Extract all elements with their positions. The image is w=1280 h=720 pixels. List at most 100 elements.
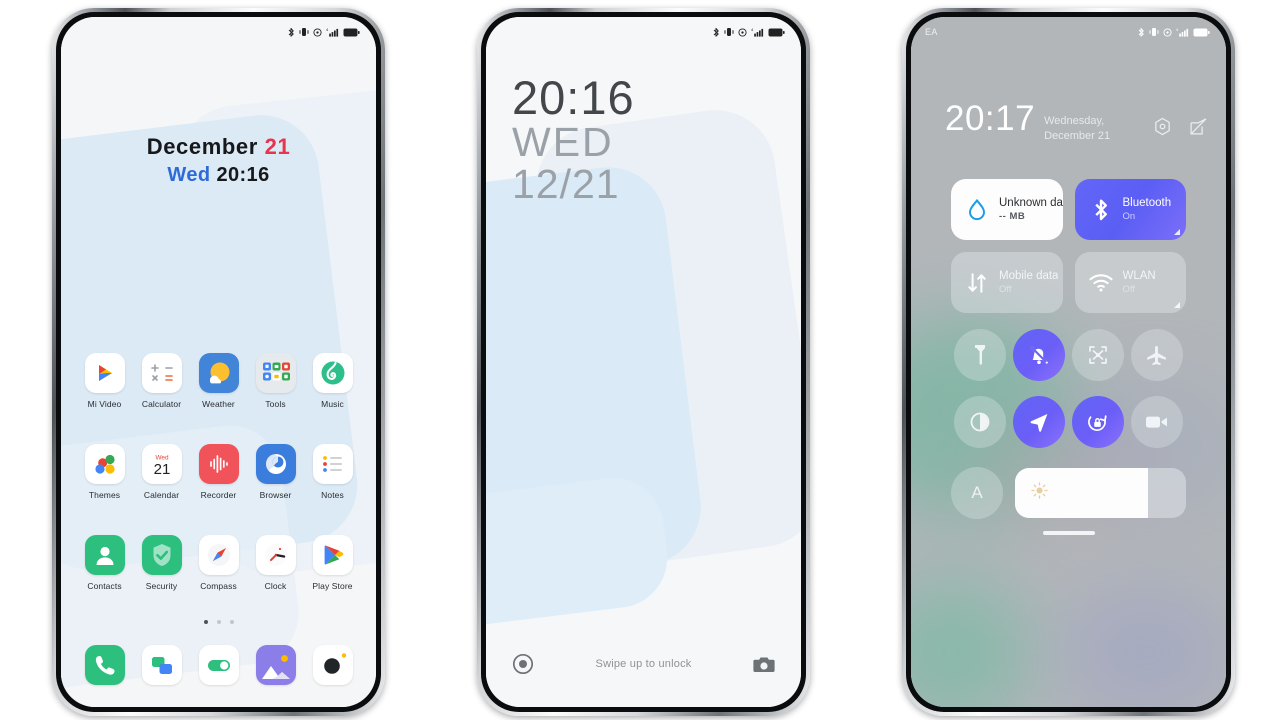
notes-icon <box>312 444 353 484</box>
toggle-location[interactable] <box>1013 396 1066 448</box>
card-text: Mobile data Off <box>999 269 1058 297</box>
screenshot-icon <box>1089 346 1107 364</box>
page-dot-1[interactable] <box>203 620 208 624</box>
app-label: Calendar <box>143 490 180 500</box>
app-label: Notes <box>321 490 344 500</box>
dock-item-settings[interactable] <box>190 645 247 685</box>
themes-icon <box>84 444 125 484</box>
settings-hex-icon[interactable] <box>1153 117 1172 136</box>
app-grid-row-2: Themes Wed 21 Calendar Recorder Browser … <box>61 444 376 500</box>
card-title: Bluetooth <box>1122 196 1172 209</box>
card-sub: -- MB <box>999 211 1026 223</box>
app-notes[interactable]: Notes <box>304 444 361 500</box>
brightness-slider[interactable] <box>1015 468 1186 518</box>
mobile-data-icon <box>965 272 989 294</box>
expand-corner-icon[interactable] <box>1174 229 1180 235</box>
card-sub: Off <box>999 284 1012 296</box>
dock-item-phone[interactable] <box>76 645 133 685</box>
phone-device-lock: 4 20:16 WED 12/21 Swipe up to unlock <box>477 8 810 716</box>
app-label: Compass <box>200 581 237 591</box>
lock-screen: 4 20:16 WED 12/21 Swipe up to unlock <box>486 17 801 707</box>
edit-icon[interactable] <box>1189 117 1208 136</box>
app-grid-row-1: Mi Video Calculator Weather Tools Music <box>61 353 376 409</box>
battery-icon <box>343 28 360 36</box>
toggle-rotation-lock[interactable] <box>1071 396 1124 448</box>
app-music[interactable]: Music <box>304 353 361 409</box>
expand-corner-icon[interactable] <box>1174 302 1180 308</box>
app-tools-folder[interactable]: Tools <box>247 353 304 409</box>
alarm-icon <box>313 27 322 37</box>
toggle-screenshot[interactable] <box>1071 329 1124 381</box>
quick-toggles <box>951 329 1186 462</box>
home-indicator[interactable] <box>1042 531 1095 535</box>
contrast-icon <box>970 412 990 432</box>
card-title: Mobile data <box>999 269 1059 282</box>
video-camera-icon <box>1145 416 1167 428</box>
card-sub: On <box>1122 211 1136 223</box>
recorder-icon <box>198 444 239 484</box>
app-compass[interactable]: Compass <box>190 535 247 591</box>
card-wlan[interactable]: WLAN Off <box>1074 252 1186 313</box>
contacts-icon <box>84 535 125 575</box>
app-recorder[interactable]: Recorder <box>190 444 247 500</box>
calendar-icon: Wed 21 <box>141 444 182 484</box>
toggle-airplane-mode[interactable] <box>1130 329 1183 381</box>
clock-widget[interactable]: December 21 Wed 20:16 <box>61 134 376 187</box>
page-dot-2[interactable] <box>216 620 221 624</box>
signal-icon: 4 <box>326 27 339 37</box>
toggle-silent[interactable] <box>1013 329 1066 381</box>
brightness-row: A <box>951 467 1186 519</box>
card-title: WLAN <box>1122 269 1156 282</box>
dock-item-camera[interactable] <box>304 645 361 685</box>
control-center-screen: EA 4 20:17 Wednesday, December 21 Unknow… <box>911 17 1226 707</box>
app-mi-video[interactable]: Mi Video <box>76 353 133 409</box>
app-clock[interactable]: Clock <box>247 535 304 591</box>
app-weather[interactable]: Weather <box>190 353 247 409</box>
card-sub: Off <box>1122 284 1136 296</box>
cc-time: 20:17 <box>945 99 1036 138</box>
gallery-icon <box>255 645 296 685</box>
app-label: Recorder <box>200 490 237 500</box>
vibrate-icon <box>299 28 309 36</box>
toggle-flashlight[interactable] <box>954 329 1007 381</box>
compass-icon <box>198 535 239 575</box>
card-mobile-data[interactable]: Mobile data Off <box>951 252 1063 313</box>
auto-brightness-button[interactable]: A <box>951 467 1003 519</box>
app-play-store[interactable]: Play Store <box>304 535 361 591</box>
camera-icon[interactable] <box>753 655 775 674</box>
toggle-screen-recorder[interactable] <box>1130 396 1183 448</box>
app-contacts[interactable]: Contacts <box>76 535 133 591</box>
status-bar: 4 <box>61 17 376 47</box>
wlan-icon <box>1088 273 1113 293</box>
weather-icon <box>198 353 239 393</box>
unlock-hint: Swipe up to unlock <box>595 658 692 670</box>
vibrate-icon <box>1149 28 1159 36</box>
toggle-dark-mode[interactable] <box>954 396 1007 448</box>
svg-text:4: 4 <box>326 27 329 32</box>
app-browser[interactable]: Browser <box>247 444 304 500</box>
phone-bezel: 4 20:16 WED 12/21 Swipe up to unlock <box>481 12 806 712</box>
battery-icon <box>768 28 785 36</box>
status-icons: 4 <box>713 27 785 38</box>
card-data-plan[interactable]: Unknown data plan -- MB <box>951 179 1063 240</box>
dock-item-messages[interactable] <box>133 645 190 685</box>
card-text: WLAN Off <box>1123 269 1156 297</box>
app-calendar[interactable]: Wed 21 Calendar <box>133 444 190 500</box>
rotation-lock-icon <box>1088 414 1107 431</box>
app-label: Play Store <box>312 581 353 591</box>
app-security[interactable]: Security <box>133 535 190 591</box>
dock-item-gallery[interactable] <box>247 645 304 685</box>
page-dot-3[interactable] <box>229 620 234 624</box>
card-bluetooth[interactable]: Bluetooth On <box>1074 179 1186 240</box>
data-drop-icon <box>965 198 989 222</box>
camera-icon <box>312 645 353 685</box>
wallpaper-shape-bottom <box>486 472 673 632</box>
home-screen: 4 December 21 Wed 20:16 Mi Video Calcula… <box>61 17 376 707</box>
lock-clock: 20:16 WED 12/21 <box>512 74 635 206</box>
battery-icon <box>1193 28 1210 36</box>
location-arrow-icon <box>1030 414 1048 432</box>
app-themes[interactable]: Themes <box>76 444 133 500</box>
record-circle-icon[interactable] <box>512 653 534 675</box>
app-calculator[interactable]: Calculator <box>133 353 190 409</box>
flashlight-icon <box>975 345 986 365</box>
